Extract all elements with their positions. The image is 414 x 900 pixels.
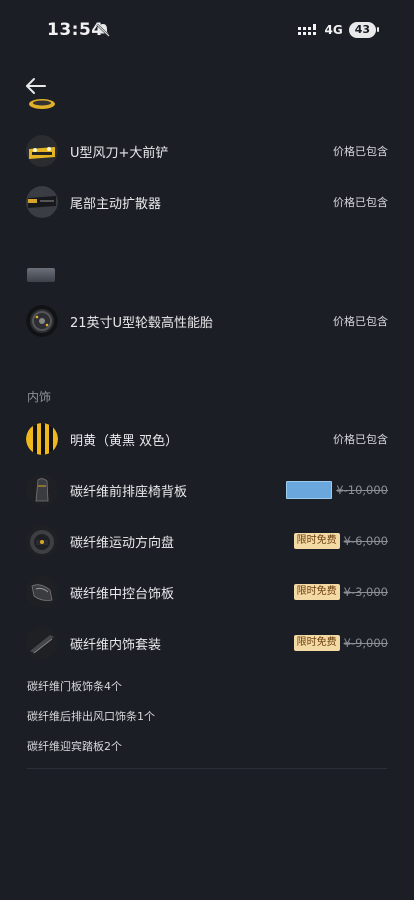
included-text: 价格已包含 [333,315,388,328]
seat-back-thumbnail [26,474,58,506]
list-item[interactable]: 尾部主动扩散器 价格已包含 [26,182,388,222]
item-name: 21英寸U型轮毂高性能胎 [70,315,214,331]
sub-item: 碳纤维门板饰条4个 [27,680,122,693]
list-item[interactable]: 碳纤维运动方向盘 限时免费 ¥-6,000 [26,521,388,561]
item-name: 碳纤维内饰套装 [70,637,162,653]
partial-thumbnail [26,96,58,114]
network-label: 4G [324,23,343,37]
interior-kit-thumbnail [26,627,58,659]
item-name: 明黄（黄黑 双色） [70,433,179,449]
front-splitter-thumbnail [26,135,58,167]
sub-item: 碳纤维迎宾踏板2个 [27,740,122,753]
bell-muted-icon [96,23,110,37]
status-bar: 13:54 4G 43 [0,0,414,62]
list-item[interactable]: U型风刀+大前铲 价格已包含 [26,131,388,171]
list-item[interactable]: 碳纤维内饰套装 限时免费 ¥-9,000 [26,623,388,663]
list-item[interactable]: 碳纤维前排座椅背板 ¥-10,000 [26,470,388,510]
promo-badge [286,481,333,499]
included-text: 价格已包含 [333,145,388,158]
item-name: 碳纤维运动方向盘 [70,535,175,551]
original-price: ¥-9,000 [343,636,388,650]
original-price: ¥-10,000 [336,483,388,497]
battery-indicator: 43 [348,22,380,38]
list-item[interactable]: 碳纤维中控台饰板 限时免费 ¥-3,000 [26,572,388,612]
section-title-interior: 内饰 [27,390,52,404]
color-swatch-thumbnail [26,423,58,455]
rear-diffuser-thumbnail [26,186,58,218]
steering-wheel-thumbnail [26,525,58,557]
sub-item: 碳纤维后排出风口饰条1个 [27,710,155,723]
item-name: 碳纤维前排座椅背板 [70,484,188,500]
item-name: 碳纤维中控台饰板 [70,586,175,602]
free-badge: 限时免费 [293,584,340,600]
included-text: 价格已包含 [333,196,388,209]
list-item[interactable]: 明黄（黄黑 双色） 价格已包含 [26,419,388,459]
divider [27,768,387,769]
partial-thumbnail [27,268,55,282]
original-price: ¥-6,000 [343,534,388,548]
item-name: 尾部主动扩散器 [70,196,162,212]
list-item[interactable]: 21英寸U型轮毂高性能胎 价格已包含 [26,301,388,341]
free-badge: 限时免费 [293,635,340,651]
wheel-thumbnail [26,305,58,337]
signal-icon [298,23,317,35]
console-trim-thumbnail [26,576,58,608]
included-text: 价格已包含 [333,433,388,446]
free-badge: 限时免费 [293,533,340,549]
original-price: ¥-3,000 [343,585,388,599]
item-name: U型风刀+大前铲 [70,145,169,161]
